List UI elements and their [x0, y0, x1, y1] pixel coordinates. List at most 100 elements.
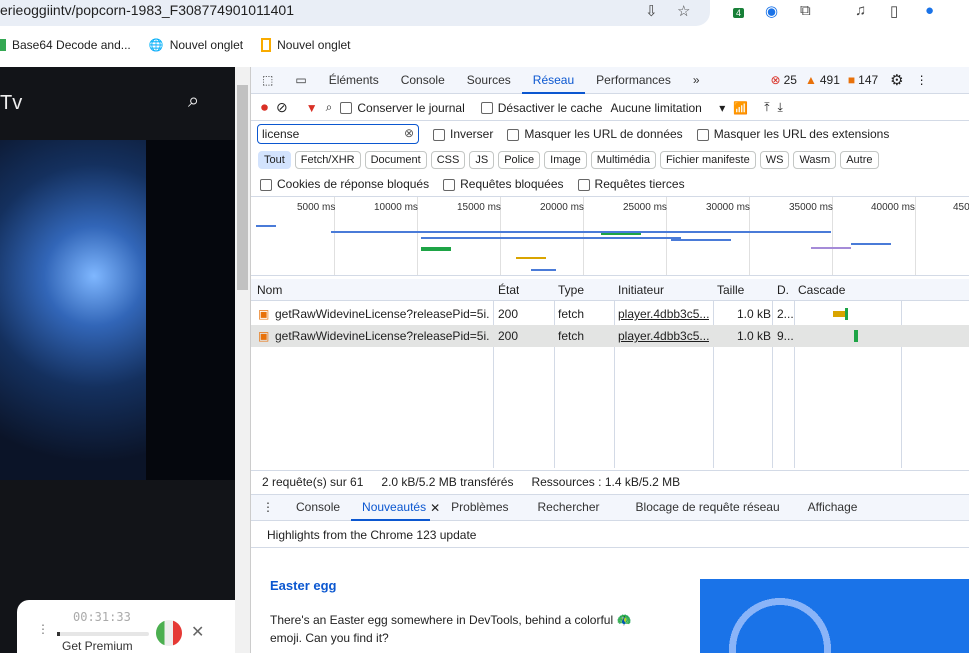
bookmark-label: Base64 Decode and...	[12, 38, 131, 52]
tab-performance[interactable]: Performances	[585, 67, 682, 94]
disable-cache-label: Désactiver le cache	[497, 100, 603, 115]
extension-icon[interactable]: ◉	[765, 2, 778, 20]
issue-count[interactable]: 147	[858, 73, 878, 87]
network-conditions-icon[interactable]: 📶	[733, 101, 748, 115]
type-font[interactable]: Police	[498, 151, 541, 169]
disable-cache-checkbox[interactable]: Désactiver le cache	[480, 100, 603, 115]
throttling-value: Aucune limitation	[610, 100, 702, 115]
col-waterfall[interactable]: Cascade	[798, 283, 845, 297]
close-icon[interactable]: ✕	[191, 622, 204, 642]
extra-filters: Cookies de réponse bloqués Requêtes bloq…	[251, 173, 969, 195]
profile-icon[interactable]: ●	[925, 2, 934, 19]
waterfall-bar	[854, 330, 858, 342]
type-manifest[interactable]: Fichier manifeste	[659, 151, 756, 169]
search-icon[interactable]: ⌕	[326, 100, 333, 115]
star-icon[interactable]: ☆	[677, 2, 690, 20]
news-title[interactable]: Easter egg	[270, 578, 336, 593]
table-header: Nom État Type Initiateur Taille D. Casca…	[251, 279, 969, 301]
initiator-link[interactable]: player.4dbb3c5...	[618, 307, 709, 321]
italy-flag-icon[interactable]	[156, 620, 182, 646]
clear-filter-icon[interactable]: ⊗	[404, 126, 414, 140]
network-overview[interactable]: 5000 ms 10000 ms 15000 ms 20000 ms 25000…	[251, 196, 969, 276]
hide-data-urls-checkbox[interactable]: Masquer les URL de données	[507, 127, 683, 141]
drawer-tab-issues[interactable]: Problèmes	[440, 494, 519, 521]
preserve-log-label: Conserver le journal	[357, 100, 465, 115]
type-all[interactable]: Tout	[258, 151, 291, 169]
resources: Ressources : 1.4 kB/5.2 MB	[531, 475, 681, 489]
third-party-checkbox[interactable]: Requêtes tierces	[577, 177, 685, 191]
preserve-log-checkbox[interactable]: Conserver le journal	[340, 100, 465, 115]
type-other[interactable]: Autre	[840, 151, 879, 169]
vpn-popup: ⋮ 00:31:33 Get Premium ✕	[17, 600, 247, 653]
invert-checkbox[interactable]: Inverser	[433, 127, 493, 141]
puzzle-icon[interactable]: ⧉	[800, 2, 811, 19]
extension-badge[interactable]: 4	[733, 8, 745, 18]
settings-icon[interactable]: ⚙	[890, 71, 903, 89]
tab-console[interactable]: Console	[390, 67, 456, 94]
type-media[interactable]: Multimédia	[590, 151, 656, 169]
error-count[interactable]: 25	[784, 73, 797, 87]
initiator-link[interactable]: player.4dbb3c5...	[618, 329, 709, 343]
drawer-tab-whats-new[interactable]: Nouveautés	[351, 494, 431, 521]
table-row[interactable]: ▣ getRawWidevineLicense?releasePid=5i...…	[251, 325, 969, 347]
more-icon[interactable]: ⋮	[916, 73, 928, 87]
tab-sources[interactable]: Sources	[456, 67, 522, 94]
waterfall-bar	[845, 308, 848, 320]
export-har-icon[interactable]: ⤓	[778, 100, 783, 115]
type-image[interactable]: Image	[544, 151, 587, 169]
type-ws[interactable]: WS	[759, 151, 790, 169]
scrollbar-thumb[interactable]	[237, 85, 248, 290]
bookmark[interactable]: Nouvel onglet	[261, 38, 351, 52]
drawer-tab-console[interactable]: Console	[285, 494, 351, 521]
close-tab-icon[interactable]: ✕	[430, 501, 440, 515]
col-initiator[interactable]: Initiateur	[618, 283, 664, 297]
throttling-select[interactable]: Aucune limitation ▾	[610, 101, 725, 115]
drawer-menu-icon[interactable]: ⋮	[251, 494, 285, 521]
tab-network[interactable]: Réseau	[521, 67, 586, 94]
filter-value: license	[262, 127, 300, 141]
highlights-title: Highlights from the Chrome 123 update	[267, 527, 477, 542]
col-name[interactable]: Nom	[257, 283, 282, 297]
bookmark[interactable]: 🌐 Nouvel onglet	[149, 38, 243, 52]
media-icon[interactable]: ♫	[855, 2, 866, 19]
drawer-tab-search[interactable]: Rechercher	[520, 494, 618, 521]
inspect-icon[interactable]: ⬚	[251, 67, 284, 94]
blocked-cookies-checkbox[interactable]: Cookies de réponse bloqués	[260, 177, 429, 191]
get-premium-link[interactable]: Get Premium	[62, 640, 133, 653]
address-bar[interactable]: erieoggiintv/popcorn-1983_F3087749010114…	[0, 0, 710, 26]
type-wasm[interactable]: Wasm	[793, 151, 837, 169]
filter-icon[interactable]: ▼	[306, 101, 318, 115]
more-tabs-icon[interactable]: »	[682, 67, 711, 94]
install-icon[interactable]: ⇩	[645, 2, 658, 20]
request-type: fetch	[558, 307, 585, 321]
col-size[interactable]: Taille	[717, 283, 744, 297]
type-fetch-xhr[interactable]: Fetch/XHR	[294, 151, 361, 169]
filter-input[interactable]: license ⊗	[257, 124, 419, 144]
drawer-tab-rendering[interactable]: Affichage	[798, 494, 868, 521]
col-type[interactable]: Type	[558, 283, 584, 297]
warning-count[interactable]: 491	[820, 73, 840, 87]
menu-icon[interactable]: ⋮	[37, 622, 49, 636]
type-js[interactable]: JS	[469, 151, 495, 169]
clear-icon[interactable]: ⊘	[276, 99, 288, 116]
table-row[interactable]: ▣ getRawWidevineLicense?releasePid=5i...…	[251, 303, 969, 325]
page-icon	[261, 38, 272, 52]
hide-extension-urls-checkbox[interactable]: Masquer les URL des extensions	[696, 127, 889, 141]
label: Requêtes bloquées	[460, 177, 564, 191]
import-har-icon[interactable]: ⤒	[764, 100, 769, 115]
drawer-tabs: ⋮ Console Nouveautés ✕ Problèmes Recherch…	[251, 494, 969, 521]
col-time[interactable]: D.	[777, 283, 789, 297]
type-css[interactable]: CSS	[430, 151, 466, 169]
request-time: 9...	[777, 329, 794, 343]
drawer-tab-request-blocking[interactable]: Blocage de requête réseau	[618, 494, 798, 521]
invert-label: Inverser	[450, 127, 494, 141]
bookmark[interactable]: Base64 Decode and...	[0, 38, 131, 52]
col-status[interactable]: État	[498, 283, 519, 297]
search-icon[interactable]: ⌕	[188, 90, 199, 113]
record-icon[interactable]: ⏺	[261, 99, 268, 116]
device-toggle-icon[interactable]: ▭	[284, 67, 317, 94]
type-document[interactable]: Document	[364, 151, 427, 169]
tab-elements[interactable]: Éléments	[318, 67, 390, 94]
blocked-requests-checkbox[interactable]: Requêtes bloquées	[443, 177, 564, 191]
sidepanel-icon[interactable]: ▯	[890, 2, 898, 20]
